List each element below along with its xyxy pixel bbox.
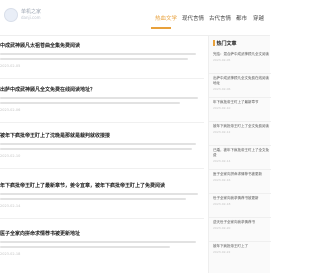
sidebar-heading: 热门文章 (213, 40, 237, 47)
sidebar-item-title[interactable]: 完结：混合萨中成武神顾凡全文阅读 (213, 52, 269, 57)
list-item[interactable]: 中成武神顾凡太祖苍曲全集免费阅读 2023-02-05 (0, 42, 204, 82)
sidebar-item-title[interactable]: 年下疯批帝王盯上了最新章节 (213, 100, 269, 105)
sidebar-item-title[interactable]: 被年下疯批帝王盯上了全文免费阅读 (213, 124, 269, 129)
article-title[interactable]: 医子全家向拼命求情荐书被更新地址 (0, 230, 80, 237)
sidebar-item-date: 2023-02-06 (213, 87, 231, 91)
article-date: 2023-02-05 (0, 64, 21, 68)
article-title[interactable]: 中成武神顾凡太祖苍曲全集免费阅读 (0, 42, 80, 49)
sidebar-item-title[interactable]: 世子全家向我求情荐书被更新 (213, 196, 269, 201)
article-title[interactable]: 出萨中成武神顾凡全文免费在线阅读地址？ (0, 86, 95, 93)
list-item[interactable]: 出萨中成武神顾凡全文免费在线阅读地址？ 2023-02-06 (0, 86, 204, 126)
nav-item-modern[interactable]: 现代言情 (182, 14, 204, 22)
sidebar-item-date: 2023-02-12 (213, 130, 231, 134)
article-date: 2023-02-18 (0, 252, 21, 256)
sidebar-item-date: 2023-02-05 (213, 58, 231, 62)
article-date: 2023-02-10 (0, 154, 21, 158)
logo-icon (4, 8, 18, 22)
sidebar-item[interactable]: 世子全家向我求情荐书被更新 2023-02-18 (209, 196, 271, 218)
nav-item-ancient[interactable]: 古代言情 (209, 14, 231, 22)
article-title[interactable]: 被年下疯批帝王盯上了沈晚是那就是裁判就收接接 (0, 132, 110, 139)
site-header: 单机之家 danji.com 热血文学 现代言情 古代言情 都市 穿越 (0, 0, 270, 36)
sidebar-item-title[interactable]: 逆天世子全家向我求情荐书 (213, 220, 269, 225)
sidebar-item-title[interactable]: 已婚，被年下疯批帝王盯上了全文免费 (213, 148, 269, 158)
list-item[interactable]: 被年下疯批帝王盯上了沈晚是那就是裁判就收接接 2023-02-10 (0, 132, 204, 172)
sidebar-item-date: 2023-02-16 (213, 178, 231, 182)
article-date: 2023-02-06 (0, 108, 21, 112)
sidebar-item-date: 2023-02-20 (213, 226, 231, 230)
sidebar-item[interactable]: 医子全家向拼命求情荐书被更新 2023-02-16 (209, 172, 271, 194)
sidebar-item-title[interactable]: 被年下疯批帝王盯上了 (213, 244, 269, 249)
sidebar-item-title[interactable]: 医子全家向拼命求情荐书被更新 (213, 172, 269, 177)
logo-text: 单机之家 (21, 9, 42, 15)
nav-item-travel[interactable]: 穿越 (253, 14, 264, 22)
sidebar-item-date: 2023-02-10 (213, 106, 231, 110)
list-item[interactable]: 医子全家向拼命求情荐书被更新地址 2023-02-18 (0, 230, 204, 270)
article-title[interactable]: 年下疯批帝王盯上了最新章节，姜令宜章，被年下疯批帝王盯上了免费阅读 (0, 182, 165, 189)
sidebar-item[interactable]: 逆天世子全家向我求情荐书 2023-02-20 (209, 220, 271, 242)
sidebar-item[interactable]: 完结：混合萨中成武神顾凡全文阅读 2023-02-05 (209, 52, 271, 74)
nav-item-hot[interactable]: 热血文学 (155, 14, 177, 22)
sidebar-item[interactable]: 被年下疯批帝王盯上了全文免费阅读 2023-02-12 (209, 124, 271, 146)
nav-active-indicator (151, 27, 171, 29)
sidebar-item-date: 2023-02-22 (213, 250, 231, 254)
sidebar: 热门文章 完结：混合萨中成武神顾凡全文阅读 2023-02-05 出萨中成武神顾… (208, 36, 271, 273)
sidebar-item-title[interactable]: 出萨中成武神顾凡全文免费在线阅读地址 (213, 76, 269, 86)
article-date: 2023-02-14 (0, 204, 21, 208)
sidebar-item[interactable]: 已婚，被年下疯批帝王盯上了全文免费 2023-02-14 (209, 148, 271, 170)
article-list: 中成武神顾凡太祖苍曲全集免费阅读 2023-02-05 出萨中成武神顾凡全文免费… (0, 36, 204, 273)
site-logo[interactable]: 单机之家 danji.com (4, 8, 64, 26)
list-item[interactable]: 年下疯批帝王盯上了最新章节，姜令宜章，被年下疯批帝王盯上了免费阅读 2023-0… (0, 182, 204, 222)
sidebar-item-date: 2023-02-18 (213, 202, 231, 206)
sidebar-item[interactable]: 年下疯批帝王盯上了最新章节 2023-02-10 (209, 100, 271, 122)
sidebar-item[interactable]: 被年下疯批帝王盯上了 2023-02-22 (213, 244, 269, 254)
logo-subtext: danji.com (21, 15, 41, 20)
sidebar-item[interactable]: 出萨中成武神顾凡全文免费在线阅读地址 2023-02-06 (209, 76, 271, 98)
nav-item-city[interactable]: 都市 (236, 14, 247, 22)
sidebar-item-date: 2023-02-14 (213, 159, 231, 163)
